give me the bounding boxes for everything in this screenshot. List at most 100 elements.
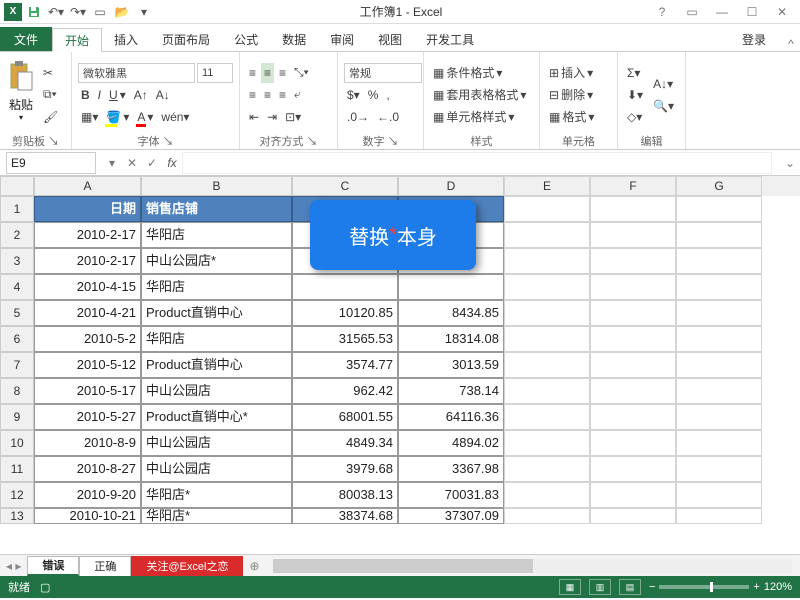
number-format-select[interactable]: 常规 xyxy=(344,63,422,83)
cell[interactable] xyxy=(590,326,676,352)
tab-developer[interactable]: 开发工具 xyxy=(414,27,486,51)
fill-icon[interactable]: ⬇▾ xyxy=(624,85,646,105)
login-link[interactable]: 登录 xyxy=(730,27,778,51)
font-name-select[interactable]: 微软雅黑 xyxy=(78,63,195,83)
row-header[interactable]: 5 xyxy=(0,300,34,326)
cell[interactable]: 3574.77 xyxy=(292,352,398,378)
cell[interactable]: 70031.83 xyxy=(398,482,504,508)
cell[interactable]: 2010-5-27 xyxy=(34,404,141,430)
cell[interactable] xyxy=(590,404,676,430)
cell[interactable]: 3367.98 xyxy=(398,456,504,482)
row-header[interactable]: 13 xyxy=(0,508,34,524)
cell[interactable] xyxy=(676,482,762,508)
row-header[interactable]: 11 xyxy=(0,456,34,482)
cell[interactable]: 华阳店* xyxy=(141,482,292,508)
maximize-icon[interactable]: ☐ xyxy=(738,3,766,21)
close-icon[interactable]: ✕ xyxy=(768,3,796,21)
decrease-decimal-icon[interactable]: ←.0 xyxy=(374,107,402,127)
row-header[interactable]: 3 xyxy=(0,248,34,274)
fx-icon[interactable]: fx xyxy=(162,152,182,174)
open-icon[interactable]: 📂 xyxy=(112,3,132,21)
row-header[interactable]: 10 xyxy=(0,430,34,456)
increase-indent-icon[interactable]: ⇥ xyxy=(264,107,280,127)
cell[interactable] xyxy=(504,508,590,524)
orientation-icon[interactable]: ⤡▾ xyxy=(291,63,312,83)
copy-icon[interactable]: ⧉▾ xyxy=(40,85,61,105)
cell[interactable] xyxy=(590,508,676,524)
new-icon[interactable]: ▭ xyxy=(90,3,110,21)
cell[interactable]: 2010-9-20 xyxy=(34,482,141,508)
cell[interactable] xyxy=(590,300,676,326)
cell[interactable]: 2010-4-21 xyxy=(34,300,141,326)
collapse-ribbon-icon[interactable]: ^ xyxy=(782,37,800,51)
row-header[interactable]: 9 xyxy=(0,404,34,430)
redo-icon[interactable]: ↷▾ xyxy=(68,3,88,21)
percent-icon[interactable]: % xyxy=(365,85,382,105)
tab-layout[interactable]: 页面布局 xyxy=(150,27,222,51)
name-box[interactable]: E9 xyxy=(6,152,96,174)
cell[interactable] xyxy=(504,404,590,430)
cell[interactable]: 4849.34 xyxy=(292,430,398,456)
format-as-table-button[interactable]: ▦套用表格格式▾ xyxy=(430,85,529,105)
cell[interactable]: 2010-2-17 xyxy=(34,222,141,248)
phonetic-icon[interactable]: wén▾ xyxy=(158,107,192,127)
horizontal-scrollbar[interactable] xyxy=(273,559,792,573)
cell[interactable]: 2010-8-27 xyxy=(34,456,141,482)
merge-icon[interactable]: ⊡▾ xyxy=(282,107,304,127)
cell[interactable] xyxy=(676,404,762,430)
tab-insert[interactable]: 插入 xyxy=(102,27,150,51)
col-header-D[interactable]: D xyxy=(398,176,504,196)
cell[interactable]: 18314.08 xyxy=(398,326,504,352)
increase-decimal-icon[interactable]: .0→ xyxy=(344,107,372,127)
sort-filter-icon[interactable]: A↓▾ xyxy=(650,74,677,94)
cell[interactable]: 38374.68 xyxy=(292,508,398,524)
cell[interactable]: 3979.68 xyxy=(292,456,398,482)
cancel-icon[interactable]: ✕ xyxy=(122,152,142,174)
sheet-tab-err[interactable]: 错误 xyxy=(27,556,79,576)
view-page-layout-icon[interactable]: ▥ xyxy=(589,579,611,595)
undo-icon[interactable]: ↶▾ xyxy=(46,3,66,21)
enter-icon[interactable]: ✓ xyxy=(142,152,162,174)
cell[interactable] xyxy=(676,222,762,248)
cell[interactable] xyxy=(590,430,676,456)
cell[interactable]: 4894.02 xyxy=(398,430,504,456)
view-page-break-icon[interactable]: ▤ xyxy=(619,579,641,595)
zoom-in-icon[interactable]: + xyxy=(753,581,759,593)
cell[interactable] xyxy=(504,430,590,456)
cell[interactable]: 中山公园店 xyxy=(141,378,292,404)
cell[interactable]: Product直销中心 xyxy=(141,352,292,378)
paste-button[interactable]: 粘贴▾ xyxy=(6,56,36,133)
autosum-icon[interactable]: Σ▾ xyxy=(624,63,646,83)
borders-icon[interactable]: ▦▾ xyxy=(78,107,101,127)
cell[interactable]: 8434.85 xyxy=(398,300,504,326)
cell[interactable] xyxy=(676,430,762,456)
bold-icon[interactable]: B xyxy=(78,85,93,105)
cell[interactable]: 华阳店 xyxy=(141,326,292,352)
clear-icon[interactable]: ◇▾ xyxy=(624,107,646,127)
cell[interactable] xyxy=(676,248,762,274)
cell[interactable] xyxy=(676,300,762,326)
cell[interactable] xyxy=(504,274,590,300)
cell[interactable] xyxy=(676,378,762,404)
row-header[interactable]: 8 xyxy=(0,378,34,404)
tab-view[interactable]: 视图 xyxy=(366,27,414,51)
col-header-E[interactable]: E xyxy=(504,176,590,196)
delete-cells-button[interactable]: ⊟删除▾ xyxy=(546,85,597,105)
tab-home[interactable]: 开始 xyxy=(52,28,102,52)
col-header-F[interactable]: F xyxy=(590,176,676,196)
cell[interactable]: 2010-5-12 xyxy=(34,352,141,378)
conditional-formatting-button[interactable]: ▦条件格式▾ xyxy=(430,63,529,83)
align-middle-icon[interactable]: ≡ xyxy=(261,63,274,83)
sheet-tab-ok[interactable]: 正确 xyxy=(79,556,131,576)
find-select-icon[interactable]: 🔍▾ xyxy=(650,96,677,116)
cell[interactable] xyxy=(676,326,762,352)
align-bottom-icon[interactable]: ≡ xyxy=(276,63,289,83)
zoom-slider[interactable] xyxy=(659,585,749,589)
minimize-icon[interactable]: — xyxy=(708,3,736,21)
col-header-G[interactable]: G xyxy=(676,176,762,196)
sheet-nav[interactable]: ◂ ▸ xyxy=(0,559,27,573)
cell[interactable]: 64116.36 xyxy=(398,404,504,430)
select-all-corner[interactable] xyxy=(0,176,34,196)
excel-icon[interactable]: X xyxy=(4,3,22,21)
cell[interactable] xyxy=(504,482,590,508)
